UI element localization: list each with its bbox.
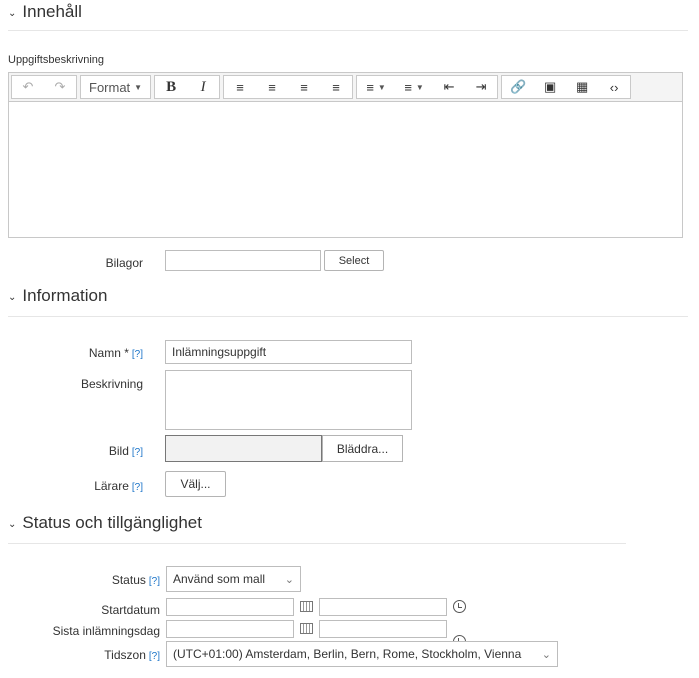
calendar-icon[interactable]: [300, 623, 313, 634]
editor-toolbar: ↶ ↷ Format ▼ B I ≡ ≡ ≡ ≡ ≡ ▼ ≡ ▼ ⇤ ⇥ 🔗 ▣ ▦…: [8, 72, 683, 102]
chevron-down-icon: ⌄: [541, 648, 551, 661]
editor-label: Uppgiftsbeskrivning: [8, 54, 104, 66]
section-title-content: Innehåll: [22, 2, 82, 21]
indent-icon[interactable]: ⇥: [465, 76, 497, 98]
status-label: Status: [111, 573, 146, 587]
align-left-icon[interactable]: ≡: [224, 76, 256, 98]
format-label: Format: [89, 79, 131, 95]
status-label-row: Status [?]: [40, 573, 160, 587]
style-group: B I: [154, 75, 221, 99]
insert-group: 🔗 ▣ ▦ ‹›: [501, 75, 632, 99]
image-label-row: Bild [?]: [40, 444, 143, 458]
caret-down-icon: ▼: [134, 82, 143, 92]
align-right-icon[interactable]: ≡: [288, 76, 320, 98]
section-divider: [8, 543, 626, 544]
start-date-input[interactable]: [166, 598, 294, 616]
select-button[interactable]: Select: [324, 250, 384, 271]
chevron-down-icon: ⌄: [8, 7, 17, 19]
section-header-status[interactable]: ⌄ Status och tillgänglighet: [8, 513, 202, 533]
image-help-link[interactable]: [?]: [132, 447, 143, 458]
history-group: ↶ ↷: [11, 75, 77, 99]
description-label: Beskrivning: [80, 377, 143, 391]
timezone-label-row: Tidszon [?]: [40, 648, 160, 662]
bold-icon[interactable]: B: [155, 76, 187, 98]
status-help-link[interactable]: [?]: [149, 576, 160, 587]
section-title-status: Status och tillgänglighet: [22, 513, 202, 532]
attachments-input[interactable]: [165, 250, 321, 271]
list-group: ≡ ▼ ≡ ▼ ⇤ ⇥: [356, 75, 499, 99]
calendar-icon[interactable]: [300, 601, 313, 612]
format-dropdown[interactable]: Format ▼: [81, 76, 150, 98]
section-divider: [8, 30, 688, 31]
redo-icon[interactable]: ↷: [44, 76, 76, 98]
name-label-row: Namn * [?]: [40, 346, 143, 360]
due-time-input[interactable]: [319, 620, 447, 638]
italic-icon[interactable]: I: [187, 76, 219, 98]
teacher-label-row: Lärare [?]: [40, 479, 143, 493]
choose-teacher-button[interactable]: Välj...: [165, 471, 226, 497]
chevron-down-icon: ⌄: [8, 518, 17, 530]
numbered-list-icon[interactable]: ≡ ▼: [395, 76, 433, 98]
teacher-help-link[interactable]: [?]: [132, 482, 143, 493]
code-icon[interactable]: ‹›: [598, 76, 630, 98]
timezone-label: Tidszon: [104, 648, 146, 662]
bullet-list-icon[interactable]: ≡ ▼: [357, 76, 395, 98]
due-date-label: Sista inlämningsdag: [52, 624, 160, 638]
chevron-down-icon: ⌄: [8, 291, 17, 303]
media-icon[interactable]: ▦: [566, 76, 598, 98]
start-date-label: Startdatum: [101, 603, 160, 617]
section-divider: [8, 316, 688, 317]
undo-icon[interactable]: ↶: [12, 76, 44, 98]
link-icon[interactable]: 🔗: [502, 76, 534, 98]
name-label: Namn *: [88, 346, 129, 360]
description-textarea[interactable]: [165, 370, 412, 430]
image-icon[interactable]: ▣: [534, 76, 566, 98]
editor-textarea[interactable]: [8, 102, 683, 238]
section-header-content[interactable]: ⌄ Innehåll: [8, 2, 82, 22]
chevron-down-icon: ⌄: [284, 573, 294, 586]
attachments-label: Bilagor: [105, 256, 143, 270]
align-center-icon[interactable]: ≡: [256, 76, 288, 98]
outdent-icon[interactable]: ⇤: [433, 76, 465, 98]
teacher-label: Lärare: [94, 479, 129, 493]
section-title-information: Information: [22, 286, 108, 305]
browse-button[interactable]: Bläddra...: [322, 435, 403, 462]
timezone-select[interactable]: (UTC+01:00) Amsterdam, Berlin, Bern, Rom…: [166, 641, 558, 667]
status-select-value: Använd som mall: [173, 572, 266, 586]
due-date-input[interactable]: [166, 620, 294, 638]
timezone-help-link[interactable]: [?]: [149, 651, 160, 662]
clock-icon[interactable]: [453, 600, 466, 613]
start-time-input[interactable]: [319, 598, 447, 616]
image-file-input[interactable]: [165, 435, 322, 462]
align-justify-icon[interactable]: ≡: [320, 76, 352, 98]
format-group: Format ▼: [80, 75, 152, 99]
section-header-information[interactable]: ⌄ Information: [8, 286, 107, 306]
name-help-link[interactable]: [?]: [132, 349, 143, 360]
status-select[interactable]: Använd som mall ⌄: [166, 566, 301, 592]
align-group: ≡ ≡ ≡ ≡: [223, 75, 354, 99]
name-input[interactable]: Inlämningsuppgift: [165, 340, 412, 364]
timezone-select-value: (UTC+01:00) Amsterdam, Berlin, Bern, Rom…: [173, 647, 522, 661]
image-label: Bild: [108, 444, 129, 458]
